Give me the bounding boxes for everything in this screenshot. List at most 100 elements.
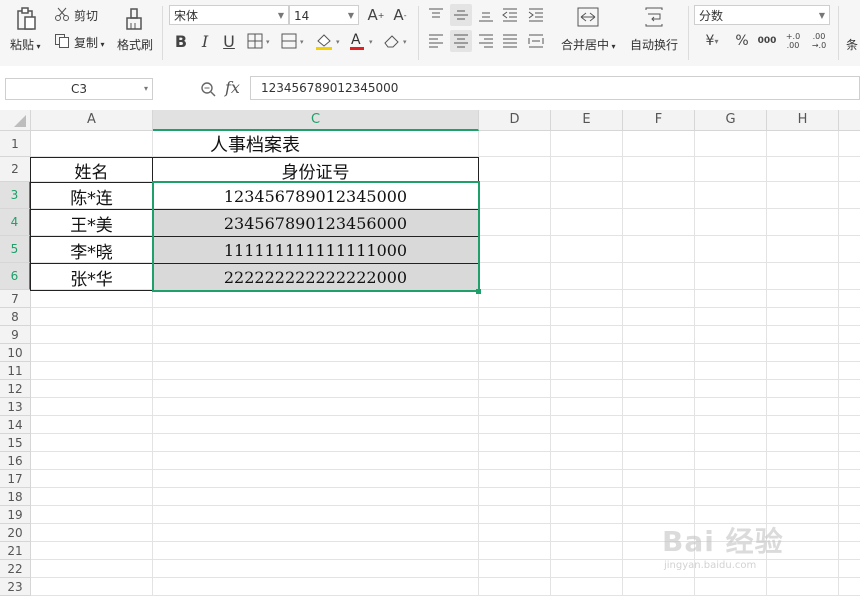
- fill-color-icon[interactable]: ▾: [314, 31, 344, 51]
- fill-handle[interactable]: [476, 289, 481, 294]
- row-header[interactable]: 6: [0, 263, 31, 290]
- ribbon-divider: [688, 6, 689, 60]
- column-header-f[interactable]: F: [623, 110, 695, 131]
- align-top-icon[interactable]: [426, 5, 446, 25]
- selection-border: [152, 181, 480, 292]
- row-header[interactable]: 1: [0, 131, 31, 157]
- row-header[interactable]: 20: [0, 524, 31, 542]
- wrap-text-icon[interactable]: [642, 6, 666, 28]
- name-box[interactable]: C3 ▾: [5, 78, 153, 100]
- paste-icon[interactable]: [14, 6, 38, 32]
- grid-line: [31, 451, 860, 452]
- align-center-icon[interactable]: [450, 30, 472, 52]
- row-header[interactable]: 18: [0, 488, 31, 506]
- row-header[interactable]: 2: [0, 157, 31, 182]
- align-bottom-icon[interactable]: [476, 5, 496, 25]
- align-right-icon[interactable]: [476, 31, 496, 51]
- row-header[interactable]: 17: [0, 470, 31, 488]
- justify-icon[interactable]: [500, 31, 520, 51]
- chevron-down-icon: ▼: [277, 11, 284, 20]
- font-color-icon[interactable]: A ▾: [348, 31, 378, 51]
- row-header[interactable]: 23: [0, 578, 31, 596]
- chevron-down-icon: ▼: [347, 11, 354, 20]
- name-cell[interactable]: 李*晓: [31, 237, 152, 263]
- column-header-g[interactable]: G: [695, 110, 767, 131]
- row-header[interactable]: 10: [0, 344, 31, 362]
- column-header-i[interactable]: [839, 110, 860, 131]
- grid-line: [31, 379, 860, 380]
- eraser-icon[interactable]: ▾: [382, 31, 412, 51]
- scissors-icon[interactable]: [54, 6, 70, 22]
- format-painter-icon[interactable]: [124, 6, 144, 32]
- sheet-title[interactable]: 人事档案表: [31, 131, 479, 157]
- row-header[interactable]: 5: [0, 236, 31, 263]
- decrease-font-icon[interactable]: A-: [390, 5, 410, 25]
- font-name-select[interactable]: 宋体 ▼: [169, 5, 289, 25]
- grid-line: [31, 469, 860, 470]
- fill-pattern-icon[interactable]: ▾: [280, 32, 308, 50]
- select-all-corner[interactable]: [0, 110, 31, 131]
- svg-text:▾: ▾: [266, 38, 270, 46]
- watermark-url: jingyan.baidu.com: [664, 560, 757, 571]
- row-header[interactable]: 13: [0, 398, 31, 416]
- number-format-select[interactable]: 分数 ▼: [694, 5, 830, 25]
- merge-cells-icon[interactable]: [576, 6, 600, 28]
- increase-decimal-button[interactable]: +.0 .00: [782, 30, 804, 52]
- increase-indent-icon[interactable]: [526, 5, 546, 25]
- header-id-cell[interactable]: 身份证号: [153, 158, 478, 183]
- decrease-decimal-button[interactable]: .00 →.0: [808, 30, 830, 52]
- border-icon[interactable]: ▾: [246, 32, 274, 50]
- row-header[interactable]: 9: [0, 326, 31, 344]
- row-header[interactable]: 12: [0, 380, 31, 398]
- underline-button[interactable]: U: [220, 31, 238, 51]
- row-header[interactable]: 7: [0, 290, 31, 308]
- watermark-brand: Bai 经验: [662, 525, 784, 558]
- bold-button[interactable]: B: [172, 31, 190, 51]
- column-header-a[interactable]: A: [31, 110, 153, 131]
- copy-button[interactable]: 复制 ▾: [74, 34, 105, 51]
- merge-center-button[interactable]: 合并居中 ▾: [561, 36, 616, 53]
- row-header[interactable]: 22: [0, 560, 31, 578]
- header-name-cell[interactable]: 姓名: [31, 158, 152, 183]
- align-left-icon[interactable]: [426, 31, 446, 51]
- row-header[interactable]: 19: [0, 506, 31, 524]
- chevron-down-icon: ▾: [143, 84, 148, 93]
- thousands-separator-button[interactable]: 000: [756, 31, 778, 51]
- name-cell[interactable]: 陈*连: [31, 183, 152, 209]
- column-header-d[interactable]: D: [479, 110, 551, 131]
- name-cell[interactable]: 王*美: [31, 210, 152, 236]
- paste-button[interactable]: 粘贴 ▾: [10, 36, 41, 53]
- font-size-select[interactable]: 14 ▼: [289, 5, 359, 25]
- column-header-c[interactable]: C: [153, 110, 479, 131]
- italic-button[interactable]: I: [196, 31, 214, 51]
- row-header[interactable]: 21: [0, 542, 31, 560]
- percent-button[interactable]: %: [732, 31, 752, 51]
- cut-button[interactable]: 剪切: [74, 7, 98, 24]
- svg-text:A: A: [351, 32, 361, 48]
- align-middle-icon[interactable]: [450, 4, 472, 26]
- increase-font-icon[interactable]: A +: [366, 5, 386, 25]
- distributed-align-icon[interactable]: [526, 31, 546, 51]
- wrap-text-button[interactable]: 自动换行: [630, 36, 678, 53]
- conditional-format-button[interactable]: 条: [846, 36, 858, 53]
- zoom-icon[interactable]: [198, 79, 218, 99]
- column-header-h[interactable]: H: [767, 110, 839, 131]
- format-painter-button[interactable]: 格式刷: [117, 36, 153, 53]
- decrease-indent-icon[interactable]: [500, 5, 520, 25]
- ribbon-toolbar: 粘贴 ▾ 剪切 复制 ▾ 格式刷 宋体 ▼ 14 ▼ A + A- B I U ▾ ▾…: [0, 0, 860, 67]
- row-header[interactable]: 15: [0, 434, 31, 452]
- row-header[interactable]: 16: [0, 452, 31, 470]
- fx-button[interactable]: fx: [225, 78, 240, 97]
- copy-icon[interactable]: [54, 33, 70, 49]
- formula-input[interactable]: 123456789012345000: [250, 76, 860, 100]
- row-header[interactable]: 3: [0, 182, 31, 209]
- name-cell[interactable]: 张*华: [31, 264, 152, 290]
- svg-text:▾: ▾: [369, 38, 373, 46]
- grid-line: [31, 397, 860, 398]
- row-header[interactable]: 14: [0, 416, 31, 434]
- currency-button[interactable]: ¥ ▾: [698, 31, 726, 51]
- row-header[interactable]: 4: [0, 209, 31, 236]
- row-header[interactable]: 11: [0, 362, 31, 380]
- row-header[interactable]: 8: [0, 308, 31, 326]
- column-header-e[interactable]: E: [551, 110, 623, 131]
